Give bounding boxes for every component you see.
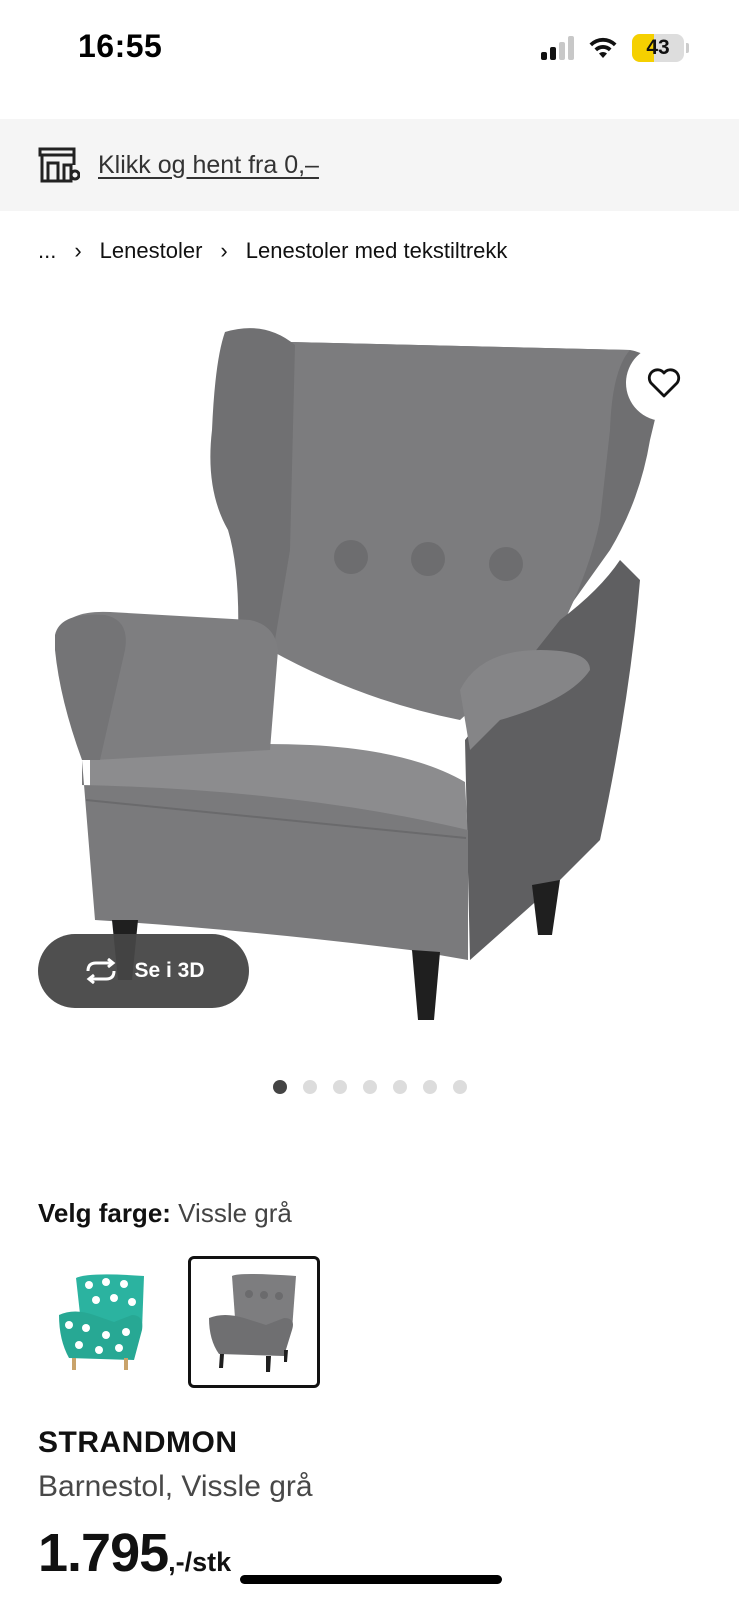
color-swatches [38,1256,320,1388]
status-time: 16:55 [78,28,163,64]
price-amount: 1.795 [38,1523,169,1583]
click-collect-banner[interactable]: Klikk og hent fra 0,– [0,119,739,211]
gallery-dot[interactable] [302,1080,317,1094]
store-pickup-icon [38,147,80,183]
product-description: Barnestol, Vissle grå [38,1470,313,1503]
breadcrumb: ... › Lenestoler › Lenestoler med teksti… [38,238,507,264]
gallery-dot[interactable] [362,1080,377,1094]
gallery-dot[interactable] [392,1080,407,1094]
color-swatch-vissle-gra[interactable] [188,1256,320,1388]
view-3d-button[interactable]: Se i 3D [38,934,249,1008]
favorite-button[interactable] [626,345,702,421]
teal-chair-thumbnail [59,1274,144,1370]
product-price: 1.795 ,-/stk [38,1522,231,1584]
color-label-title: Velg farge: [38,1198,171,1228]
heart-icon [647,368,681,398]
breadcrumb-item-lenestoler[interactable]: Lenestoler [100,238,203,264]
battery-level: 43 [646,36,670,59]
color-selector-label: Velg farge: Vissle grå [38,1198,292,1229]
chevron-right-icon: › [74,238,82,263]
status-icons: 43 [541,34,689,62]
cellular-signal-icon [541,36,574,60]
gallery-dot[interactable] [422,1080,437,1094]
wifi-icon [589,37,617,58]
grey-chair-thumbnail [209,1274,296,1372]
status-bar: 16:55 43 [0,0,739,100]
home-indicator[interactable] [240,1575,502,1584]
breadcrumb-item-tekstiltrekk[interactable]: Lenestoler med tekstiltrekk [246,238,508,264]
price-suffix: ,-/stk [168,1547,232,1577]
breadcrumb-ellipsis[interactable]: ... [38,238,56,264]
gallery-dot[interactable] [272,1080,287,1094]
battery-tip [686,43,689,53]
color-swatch-teal-dots[interactable] [38,1256,170,1388]
product-name: STRANDMON [38,1426,238,1459]
click-collect-link[interactable]: Klikk og hent fra 0,– [98,151,319,180]
view-3d-label: Se i 3D [134,959,205,982]
color-selected-value: Vissle grå [178,1198,292,1228]
gallery-pagination[interactable] [0,1080,739,1094]
chevron-right-icon: › [220,238,228,263]
battery-icon: 43 [632,34,684,62]
rotate-3d-icon [86,958,116,984]
gallery-dot[interactable] [452,1080,467,1094]
gallery-dot[interactable] [332,1080,347,1094]
